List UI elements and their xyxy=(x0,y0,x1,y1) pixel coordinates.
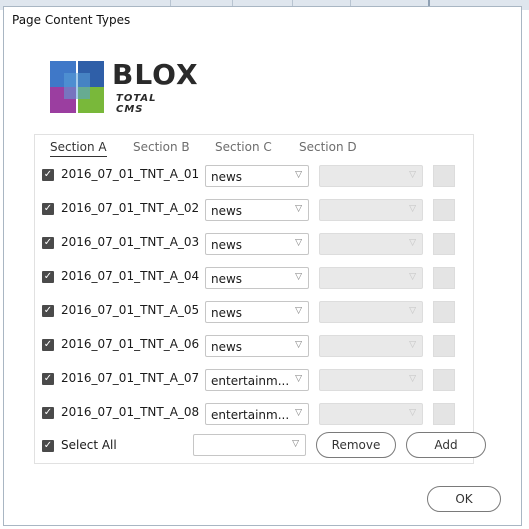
add-button[interactable]: Add xyxy=(406,432,486,458)
content-type-select[interactable]: news ▽ xyxy=(205,267,309,289)
chevron-down-icon: ▽ xyxy=(409,408,416,418)
content-type-value: news xyxy=(211,340,243,354)
checkmark-icon: ✓ xyxy=(43,373,53,384)
tab-section-c[interactable]: Section C xyxy=(215,140,272,154)
chevron-down-icon: ▽ xyxy=(295,340,302,350)
list-item: ✓ 2016_07_01_TNT_A_02 news ▽ ▽ xyxy=(40,197,470,223)
row-label: 2016_07_01_TNT_A_07 xyxy=(61,371,200,385)
tab-section-a[interactable]: Section A xyxy=(50,140,107,157)
checkmark-icon: ✓ xyxy=(43,237,53,248)
logo-wordmark: BLOX xyxy=(112,58,199,91)
list-item: ✓ 2016_07_01_TNT_A_04 news ▽ ▽ xyxy=(40,265,470,291)
row-label: 2016_07_01_TNT_A_01 xyxy=(61,167,200,181)
row-option-box[interactable] xyxy=(433,165,455,187)
chevron-down-icon: ▽ xyxy=(409,306,416,316)
tab-section-d[interactable]: Section D xyxy=(299,140,357,154)
chevron-down-icon: ▽ xyxy=(295,272,302,282)
bulk-type-select[interactable]: ▽ xyxy=(193,434,306,456)
list-item: ✓ 2016_07_01_TNT_A_07 entertainm... ▽ ▽ xyxy=(40,367,470,393)
secondary-select[interactable]: ▽ xyxy=(319,301,423,323)
remove-button[interactable]: Remove xyxy=(316,432,396,458)
select-all-checkbox[interactable]: ✓ xyxy=(42,440,54,452)
content-type-value: entertainm... xyxy=(211,374,290,388)
chevron-down-icon: ▽ xyxy=(295,374,302,384)
content-type-select[interactable]: news ▽ xyxy=(205,199,309,221)
row-checkbox[interactable]: ✓ xyxy=(42,339,54,351)
chevron-down-icon: ▽ xyxy=(295,170,302,180)
row-checkbox[interactable]: ✓ xyxy=(42,169,54,181)
row-checkbox[interactable]: ✓ xyxy=(42,271,54,283)
row-label: 2016_07_01_TNT_A_03 xyxy=(61,235,200,249)
row-label: 2016_07_01_TNT_A_04 xyxy=(61,269,200,283)
checkmark-icon: ✓ xyxy=(43,440,53,451)
content-type-value: entertainm... xyxy=(211,408,290,422)
select-all-label: Select All xyxy=(61,438,117,452)
row-checkbox[interactable]: ✓ xyxy=(42,305,54,317)
list-item: ✓ 2016_07_01_TNT_A_03 news ▽ ▽ xyxy=(40,231,470,257)
checkmark-icon: ✓ xyxy=(43,305,53,316)
content-type-select[interactable]: news ▽ xyxy=(205,165,309,187)
row-checkbox[interactable]: ✓ xyxy=(42,373,54,385)
row-label: 2016_07_01_TNT_A_06 xyxy=(61,337,200,351)
list-item: ✓ 2016_07_01_TNT_A_05 news ▽ ▽ xyxy=(40,299,470,325)
row-option-box[interactable] xyxy=(433,335,455,357)
list-item: ✓ 2016_07_01_TNT_A_08 entertainm... ▽ ▽ xyxy=(40,401,470,427)
content-type-value: news xyxy=(211,272,243,286)
row-option-box[interactable] xyxy=(433,233,455,255)
secondary-select[interactable]: ▽ xyxy=(319,267,423,289)
row-checkbox[interactable]: ✓ xyxy=(42,237,54,249)
row-checkbox[interactable]: ✓ xyxy=(42,203,54,215)
content-type-select[interactable]: entertainm... ▽ xyxy=(205,369,309,391)
chevron-down-icon: ▽ xyxy=(409,374,416,384)
chevron-down-icon: ▽ xyxy=(295,408,302,418)
chevron-down-icon: ▽ xyxy=(295,238,302,248)
row-label: 2016_07_01_TNT_A_02 xyxy=(61,201,200,215)
content-type-value: news xyxy=(211,306,243,320)
chevron-down-icon: ▽ xyxy=(295,204,302,214)
checkmark-icon: ✓ xyxy=(43,169,53,180)
secondary-select[interactable]: ▽ xyxy=(319,233,423,255)
row-checkbox[interactable]: ✓ xyxy=(42,407,54,419)
content-type-select[interactable]: news ▽ xyxy=(205,335,309,357)
row-option-box[interactable] xyxy=(433,403,455,425)
row-label: 2016_07_01_TNT_A_05 xyxy=(61,303,200,317)
secondary-select[interactable]: ▽ xyxy=(319,369,423,391)
ok-button[interactable]: OK xyxy=(427,486,501,512)
logo-subtitle: TOTAL CMS xyxy=(116,93,157,115)
blox-cube-icon xyxy=(50,61,104,113)
secondary-select[interactable]: ▽ xyxy=(319,165,423,187)
chevron-down-icon: ▽ xyxy=(409,238,416,248)
chevron-down-icon: ▽ xyxy=(295,306,302,316)
content-type-select[interactable]: news ▽ xyxy=(205,233,309,255)
chevron-down-icon: ▽ xyxy=(409,272,416,282)
row-option-box[interactable] xyxy=(433,369,455,391)
checkmark-icon: ✓ xyxy=(43,339,53,350)
row-label: 2016_07_01_TNT_A_08 xyxy=(61,405,200,419)
chevron-down-icon: ▽ xyxy=(409,340,416,350)
chevron-down-icon: ▽ xyxy=(292,439,299,449)
row-option-box[interactable] xyxy=(433,301,455,323)
checkmark-icon: ✓ xyxy=(43,203,53,214)
chevron-down-icon: ▽ xyxy=(409,170,416,180)
row-option-box[interactable] xyxy=(433,267,455,289)
content-type-value: news xyxy=(211,170,243,184)
secondary-select[interactable]: ▽ xyxy=(319,403,423,425)
content-type-select[interactable]: news ▽ xyxy=(205,301,309,323)
blox-logo: BLOX TOTAL CMS xyxy=(48,57,198,117)
checkmark-icon: ✓ xyxy=(43,407,53,418)
chevron-down-icon: ▽ xyxy=(409,204,416,214)
row-option-box[interactable] xyxy=(433,199,455,221)
content-type-value: news xyxy=(211,204,243,218)
secondary-select[interactable]: ▽ xyxy=(319,335,423,357)
content-type-value: news xyxy=(211,238,243,252)
checkmark-icon: ✓ xyxy=(43,271,53,282)
list-item: ✓ 2016_07_01_TNT_A_01 news ▽ ▽ xyxy=(40,163,470,189)
content-type-select[interactable]: entertainm... ▽ xyxy=(205,403,309,425)
tab-section-b[interactable]: Section B xyxy=(133,140,190,154)
dialog-title: Page Content Types xyxy=(12,13,131,27)
list-item: ✓ 2016_07_01_TNT_A_06 news ▽ ▽ xyxy=(40,333,470,359)
secondary-select[interactable]: ▽ xyxy=(319,199,423,221)
